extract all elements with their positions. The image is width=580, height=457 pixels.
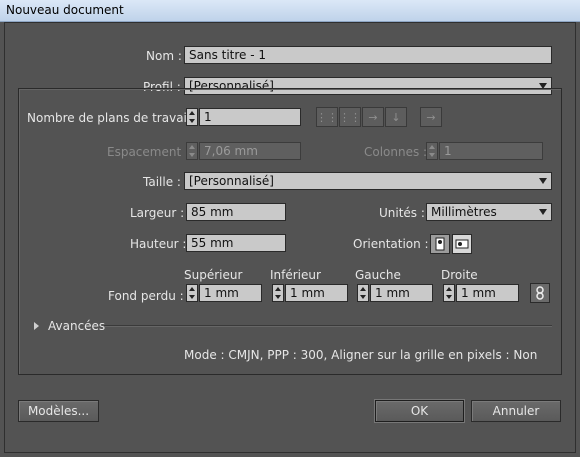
height-input[interactable]: 55 mm xyxy=(186,234,286,252)
bleed-top-stepper[interactable] xyxy=(186,284,198,302)
columns-input[interactable]: 1 xyxy=(439,142,543,160)
artboards-label: Nombre de plans de travail : xyxy=(27,111,199,125)
columns-stepper[interactable] xyxy=(426,142,438,160)
bleed-bottom-label: Inférieur xyxy=(270,268,321,282)
bleed-label: Fond perdu : xyxy=(108,289,184,303)
bleed-bottom-stepper[interactable] xyxy=(272,284,284,302)
units-select[interactable]: Millimètres xyxy=(426,203,552,221)
templates-button[interactable]: Modèles... xyxy=(18,400,99,422)
bleed-left-stepper[interactable] xyxy=(357,284,369,302)
landscape-orientation-button[interactable] xyxy=(452,234,472,254)
size-select[interactable]: [Personnalisé] xyxy=(184,172,552,190)
expand-triangle-icon[interactable] xyxy=(34,322,39,330)
chevron-down-icon xyxy=(539,178,547,184)
artboards-stepper[interactable] xyxy=(186,108,198,126)
chain-link-icon xyxy=(536,286,544,300)
units-label: Unités : xyxy=(379,206,425,220)
spacing-input[interactable]: 7,06 mm xyxy=(199,142,301,160)
arrange-by-row-icon[interactable]: → xyxy=(362,107,384,127)
right-to-left-layout-icon[interactable]: → xyxy=(420,107,442,127)
advanced-divider xyxy=(104,325,552,327)
bleed-bottom-input[interactable]: 1 mm xyxy=(285,284,348,302)
columns-label: Colonnes : xyxy=(364,145,428,159)
portrait-orientation-button[interactable] xyxy=(430,234,450,254)
width-label: Largeur : xyxy=(130,206,185,220)
summary-text: Mode : CMJN, PPP : 300, Aligner sur la g… xyxy=(184,348,538,362)
bleed-right-label: Droite xyxy=(441,268,478,282)
width-input[interactable]: 85 mm xyxy=(186,203,286,221)
bleed-left-input[interactable]: 1 mm xyxy=(370,284,433,302)
chevron-down-icon xyxy=(539,209,547,215)
portrait-icon xyxy=(435,237,445,251)
landscape-icon xyxy=(455,239,469,249)
grid-by-row-icon[interactable]: ⋮⋮ xyxy=(316,107,338,127)
bleed-right-stepper[interactable] xyxy=(443,284,455,302)
cancel-button[interactable]: Annuler xyxy=(471,400,561,422)
name-input[interactable]: Sans titre - 1 xyxy=(184,46,552,64)
arrange-by-column-icon[interactable]: ↓ xyxy=(385,107,407,127)
orientation-label: Orientation : xyxy=(353,237,429,251)
size-value: [Personnalisé] xyxy=(189,174,274,188)
advanced-toggle[interactable]: Avancées xyxy=(48,319,105,333)
bleed-right-input[interactable]: 1 mm xyxy=(456,284,519,302)
bleed-left-label: Gauche xyxy=(355,268,401,282)
spacing-label: Espacement : xyxy=(107,145,190,159)
artboards-input[interactable]: 1 xyxy=(199,108,301,126)
bleed-top-input[interactable]: 1 mm xyxy=(199,284,262,302)
link-bleed-button[interactable] xyxy=(530,283,550,303)
bleed-top-label: Supérieur xyxy=(184,268,243,282)
window-title: Nouveau document xyxy=(6,3,124,17)
size-label: Taille : xyxy=(143,175,181,189)
name-label: Nom : xyxy=(146,49,182,63)
spacing-stepper[interactable] xyxy=(186,142,198,160)
ok-button[interactable]: OK xyxy=(375,400,464,422)
units-value: Millimètres xyxy=(431,205,497,219)
height-label: Hauteur : xyxy=(130,237,187,251)
title-bar: Nouveau document xyxy=(0,0,580,22)
grid-by-column-icon[interactable]: ⋮⋮ xyxy=(339,107,361,127)
